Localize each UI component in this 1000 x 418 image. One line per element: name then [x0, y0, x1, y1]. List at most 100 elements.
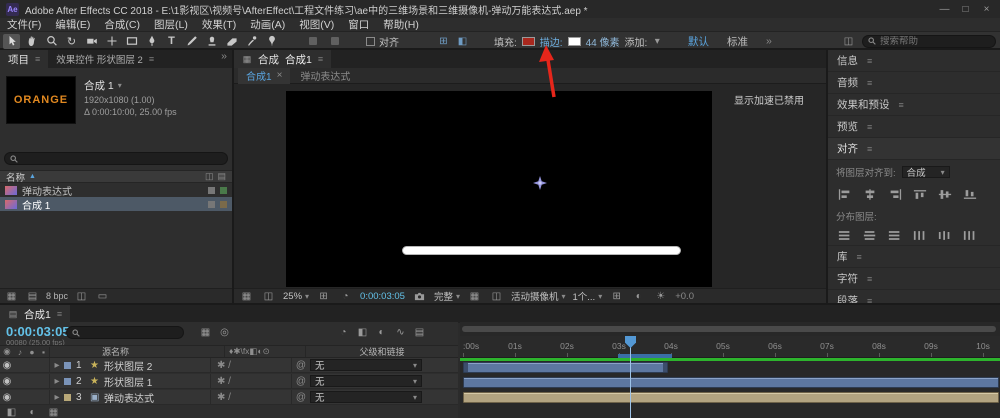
- menu-edit[interactable]: 编辑(E): [55, 17, 90, 32]
- layer-name[interactable]: 形状图层 2: [104, 358, 210, 373]
- column-settings-icon[interactable]: ▤: [217, 171, 226, 182]
- eraser-tool[interactable]: [223, 34, 240, 49]
- section-character[interactable]: 字符 ≡: [828, 268, 1000, 290]
- layer-bar-1[interactable]: [463, 362, 668, 373]
- label-chip[interactable]: [64, 393, 71, 401]
- new-folder-icon[interactable]: ◫: [74, 290, 89, 303]
- transparency-grid-icon[interactable]: ◫: [489, 290, 504, 303]
- eye-toggle[interactable]: ◉: [0, 392, 14, 403]
- pickwhip-icon[interactable]: @: [292, 376, 310, 387]
- inactive-tool-icon[interactable]: [304, 34, 321, 49]
- layer-bar-2[interactable]: [463, 377, 999, 388]
- view-layout-menu[interactable]: 1个... ▾: [573, 289, 603, 304]
- label-chip[interactable]: [220, 186, 227, 194]
- trash-icon[interactable]: ▭: [95, 290, 110, 303]
- layer-bar-3[interactable]: [463, 392, 999, 403]
- label-chip[interactable]: [208, 200, 215, 208]
- stroke-swatch[interactable]: [567, 36, 581, 46]
- tab-composition[interactable]: ▦ 合成 合成1 ≡: [234, 50, 332, 68]
- close-viewer-icon[interactable]: ×: [277, 70, 283, 81]
- section-libraries[interactable]: 库 ≡: [828, 246, 1000, 268]
- parent-link-header[interactable]: 父级和链接: [306, 345, 458, 358]
- minimize-button[interactable]: —: [937, 3, 952, 16]
- add-menu-icon[interactable]: ▾: [652, 35, 662, 48]
- panel-menu-icon[interactable]: ≡: [149, 54, 154, 64]
- viewer-tab-comp1[interactable]: 合成1 ×: [238, 67, 291, 84]
- current-time-indicator-line[interactable]: [630, 336, 631, 418]
- puppet-pin-tool[interactable]: [263, 34, 280, 49]
- shape-tool[interactable]: [123, 34, 140, 49]
- hand-tool[interactable]: [23, 34, 40, 49]
- distribute-bottom-icon[interactable]: [886, 228, 904, 242]
- text-tool[interactable]: T: [163, 34, 180, 49]
- help-search-box[interactable]: [862, 34, 996, 48]
- camera-menu[interactable]: 活动摄像机 ▾: [511, 289, 566, 304]
- selected-item-name[interactable]: 合成 1 ▾: [84, 78, 122, 93]
- layer-switches[interactable]: ✱ /: [210, 374, 292, 388]
- parent-dropdown[interactable]: 无 ▾: [310, 391, 422, 404]
- tab-effect-controls[interactable]: 效果控件 形状图层 2 ≡: [48, 50, 162, 68]
- section-info[interactable]: 信息 ≡: [828, 50, 1000, 72]
- time-navigator-bar[interactable]: [462, 326, 996, 332]
- layer-row-2[interactable]: ◉ ▸ 2 ★ 形状图层 1 ✱ / @ 无 ▾: [0, 374, 458, 389]
- interpret-footage-icon[interactable]: ▤: [25, 290, 40, 303]
- mini-flowchart-icon[interactable]: ▦: [198, 326, 213, 339]
- menu-help[interactable]: 帮助(H): [383, 17, 419, 32]
- project-item-row[interactable]: 弹动表达式: [0, 183, 232, 198]
- expand-icon[interactable]: ▸: [50, 376, 64, 387]
- project-item-row-selected[interactable]: 合成 1: [0, 197, 232, 212]
- pixel-aspect-icon[interactable]: ⊞: [609, 290, 624, 303]
- workspace-default[interactable]: 默认: [688, 34, 709, 49]
- pickwhip-icon[interactable]: @: [292, 360, 310, 371]
- timeline-search-input[interactable]: [84, 327, 178, 338]
- layer-name[interactable]: 弹动表达式: [104, 390, 210, 405]
- align-top-icon[interactable]: [911, 187, 929, 201]
- panel-menu-icon[interactable]: ≡: [867, 78, 872, 88]
- eye-toggle[interactable]: ◉: [0, 360, 14, 371]
- panel-menu-icon[interactable]: ≡: [35, 54, 40, 64]
- mask-option-icon[interactable]: ◧: [455, 35, 470, 48]
- zoom-tool[interactable]: [43, 34, 60, 49]
- align-center-vertical-icon[interactable]: [936, 187, 954, 201]
- panel-menu-icon[interactable]: ≡: [57, 309, 62, 319]
- shy-toggle-icon[interactable]: ◔: [336, 326, 351, 339]
- camera-tool[interactable]: [83, 34, 100, 49]
- distribute-top-icon[interactable]: [836, 228, 854, 242]
- dropdown-icon[interactable]: ▾: [118, 81, 122, 90]
- parent-dropdown[interactable]: 无 ▾: [310, 375, 422, 388]
- label-chip[interactable]: [220, 200, 227, 208]
- menu-file[interactable]: 文件(F): [7, 17, 41, 32]
- main-viewer-icon[interactable]: ◫: [261, 290, 276, 303]
- workspace-standard[interactable]: 标准: [727, 34, 748, 49]
- panel-menu-icon[interactable]: ≡: [899, 100, 904, 110]
- distribute-left-icon[interactable]: [911, 228, 929, 242]
- always-preview-icon[interactable]: ▦: [239, 290, 254, 303]
- stroke-width-value[interactable]: 44 像素: [586, 34, 620, 49]
- viewer-tab-expression[interactable]: 弹动表达式: [292, 68, 358, 84]
- distribute-hcenter-icon[interactable]: [936, 228, 954, 242]
- roto-brush-tool[interactable]: [243, 34, 260, 49]
- project-list-header[interactable]: 名称 ▲ ◫ ▤: [0, 170, 232, 184]
- eye-toggle[interactable]: ◉: [0, 376, 14, 387]
- label-chip[interactable]: [208, 186, 215, 194]
- layer-name[interactable]: 形状图层 1: [104, 374, 210, 389]
- section-paragraph[interactable]: 段落 ≡: [828, 290, 1000, 303]
- align-bottom-icon[interactable]: [961, 187, 979, 201]
- panel-menu-icon[interactable]: ≡: [867, 274, 872, 284]
- tab-project[interactable]: 项目 ≡: [0, 50, 49, 68]
- parent-dropdown[interactable]: 无 ▾: [310, 359, 422, 372]
- inactive-tool-icon[interactable]: [326, 34, 343, 49]
- section-effects-presets[interactable]: 效果和预设 ≡: [828, 94, 1000, 116]
- pickwhip-icon[interactable]: @: [292, 392, 310, 403]
- align-center-horizontal-icon[interactable]: [861, 187, 879, 201]
- project-search-box[interactable]: [4, 152, 228, 165]
- align-target-dropdown[interactable]: 合成 ▾: [901, 166, 950, 179]
- menu-composition[interactable]: 合成(C): [104, 17, 140, 32]
- distribute-right-icon[interactable]: [961, 228, 979, 242]
- menu-layer[interactable]: 图层(L): [154, 17, 188, 32]
- expand-layers-icon[interactable]: ◧: [4, 406, 19, 418]
- timeline-search-box[interactable]: [66, 326, 184, 339]
- resolution-menu[interactable]: 完整 ▾: [434, 289, 460, 304]
- film-icon[interactable]: ▤: [412, 326, 427, 339]
- exposure-value[interactable]: +0.0: [675, 291, 694, 302]
